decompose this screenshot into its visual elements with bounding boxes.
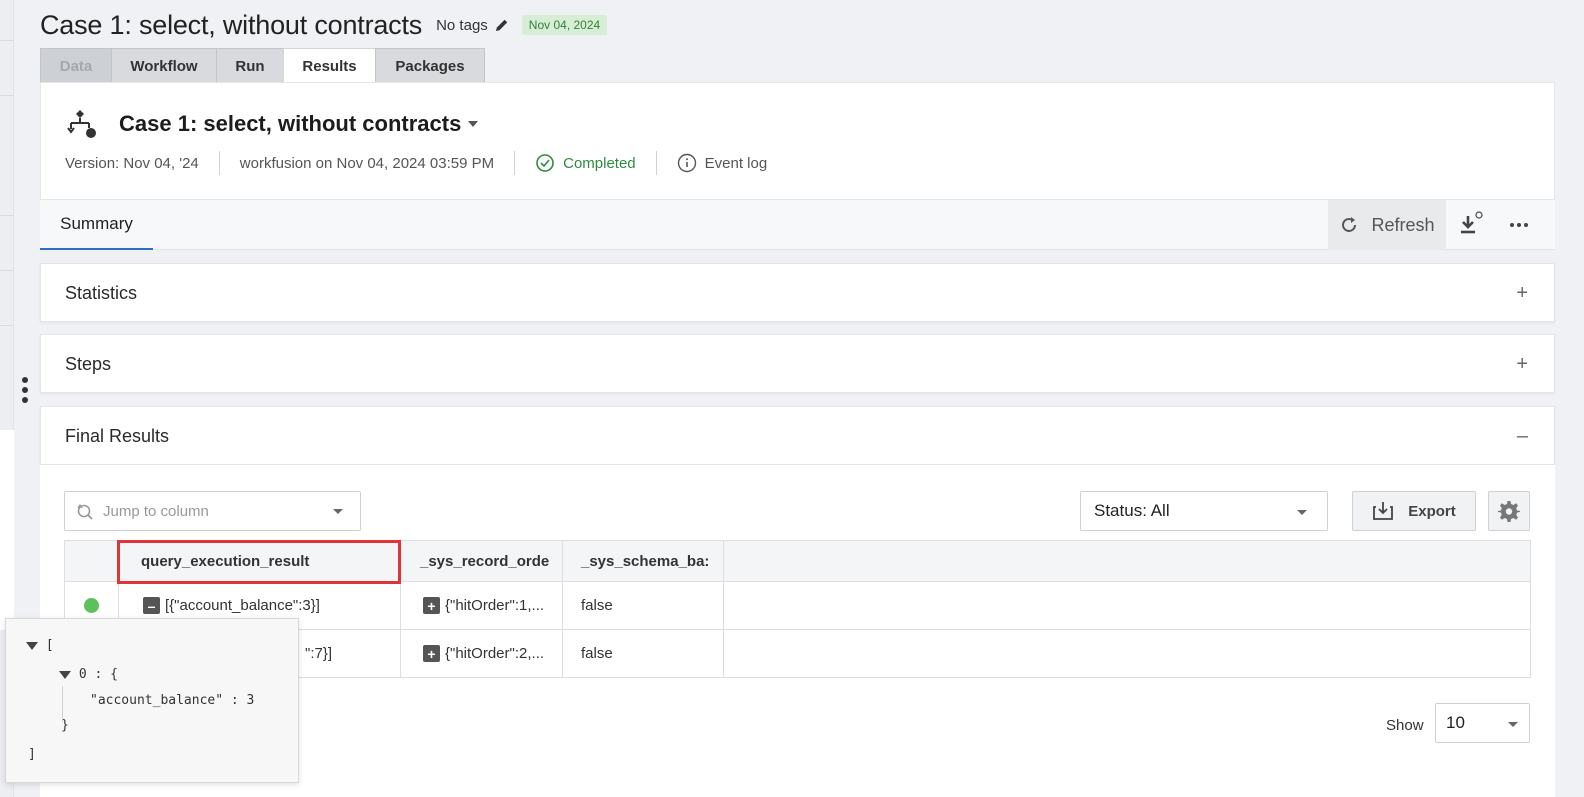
export-icon — [1373, 502, 1394, 520]
column-header[interactable]: _sys_schema_ba: — [563, 541, 724, 581]
collapse-icon[interactable]: – — [1517, 426, 1528, 446]
status-filter-value: Status: All — [1094, 501, 1170, 520]
statistics-panel[interactable]: Statistics + — [40, 263, 1555, 322]
status-filter-select[interactable]: Status: All — [1080, 491, 1328, 531]
info-icon — [677, 153, 696, 173]
cell-value: ":7}] — [305, 645, 333, 662]
jump-to-column-select[interactable]: Jump to column — [64, 491, 361, 531]
tags-label: No tags — [436, 16, 488, 34]
status-dot-icon — [84, 598, 99, 613]
json-indent-guide — [62, 686, 63, 722]
json-item-key: 0 : { — [78, 667, 118, 682]
workflow-icon — [67, 110, 96, 138]
sidebar-drag-handle-icon[interactable] — [21, 377, 29, 403]
download-sync-icon — [1461, 211, 1483, 234]
event-log-label: Event log — [704, 154, 768, 172]
download-button[interactable] — [1456, 208, 1490, 242]
gear-icon — [1498, 501, 1520, 522]
status-column-header — [65, 541, 119, 581]
refresh-icon — [1342, 217, 1357, 232]
table-cell: + {"hitOrder":1,... — [401, 582, 563, 629]
collapse-triangle-icon[interactable] — [59, 670, 71, 679]
collapse-icon[interactable]: – — [143, 597, 160, 614]
statistics-title: Statistics — [65, 283, 138, 303]
page-size-value: 10 — [1446, 713, 1465, 732]
workflow-meta: Version: Nov 04, '24 workfusion on Nov 0… — [65, 151, 767, 175]
tab-workflow[interactable]: Workflow — [111, 48, 217, 83]
export-button[interactable]: Export — [1352, 491, 1476, 531]
chevron-down-icon — [1297, 510, 1307, 515]
json-viewer-popup: [ 0 : { "account_balance" : 3 } ] — [5, 618, 299, 783]
workflow-name: Case 1: select, without contracts — [119, 111, 462, 136]
jump-placeholder: Jump to column — [103, 502, 209, 520]
column-header[interactable]: _sys_record_orde — [401, 541, 563, 581]
chevron-down-icon — [333, 509, 343, 514]
left-edge-panel — [0, 430, 14, 630]
chevron-down-icon — [1508, 722, 1518, 727]
json-open-bracket: [ — [45, 638, 54, 653]
main-tabs: Data Workflow Run Results Packages — [40, 48, 485, 84]
summary-toolbar: Summary Refresh — [40, 200, 1555, 250]
tab-run[interactable]: Run — [216, 48, 284, 83]
tab-packages[interactable]: Packages — [375, 48, 485, 83]
run-by-label: workfusion on Nov 04, 2024 03:59 PM — [239, 154, 495, 172]
workflow-card: Case 1: select, without contracts Versio… — [40, 82, 1555, 200]
json-close-bracket: ] — [28, 747, 36, 762]
pencil-icon[interactable] — [494, 17, 510, 33]
final-results-title: Final Results — [65, 426, 170, 446]
tab-summary[interactable]: Summary — [40, 200, 153, 250]
empty-column-header — [724, 541, 1530, 581]
settings-button[interactable] — [1488, 491, 1530, 531]
date-badge: Nov 04, 2024 — [521, 15, 608, 35]
version-label: Version: Nov 04, '24 — [65, 154, 199, 172]
refresh-label: Refresh — [1371, 214, 1435, 235]
workflow-dropdown-icon[interactable] — [468, 121, 478, 127]
highlight-annotation — [117, 540, 401, 584]
json-field: "account_balance" : 3 — [90, 693, 255, 708]
expand-icon[interactable]: + — [1516, 354, 1528, 374]
steps-title: Steps — [65, 354, 112, 374]
search-column-icon — [77, 503, 93, 520]
tab-results[interactable]: Results — [283, 48, 376, 84]
refresh-button[interactable]: Refresh — [1328, 200, 1446, 250]
json-item-line: 0 : { — [59, 667, 118, 682]
table-cell: false — [563, 630, 724, 677]
collapse-triangle-icon[interactable] — [26, 641, 38, 650]
page-size-select[interactable]: 10 — [1435, 703, 1530, 743]
json-root-line: [ — [26, 638, 54, 653]
expand-icon[interactable]: + — [423, 597, 440, 614]
event-log-link[interactable]: Event log — [677, 153, 768, 173]
final-results-panel[interactable]: Final Results – — [40, 406, 1555, 465]
cell-value: {"hitOrder":2,... — [445, 645, 545, 662]
table-cell — [724, 582, 1530, 629]
export-label: Export — [1408, 502, 1456, 520]
status-label: Completed — [535, 153, 636, 173]
tab-data[interactable]: Data — [40, 48, 112, 83]
status-text: Completed — [563, 154, 636, 172]
page-header: Case 1: select, without contracts No tag… — [40, 8, 608, 42]
table-cell — [724, 630, 1530, 677]
page-title: Case 1: select, without contracts — [40, 9, 423, 40]
page-size-label: Show — [1386, 717, 1424, 734]
steps-panel[interactable]: Steps + — [40, 334, 1555, 393]
more-options-icon[interactable] — [1502, 208, 1536, 242]
table-cell: + {"hitOrder":2,... — [401, 630, 563, 677]
check-circle-icon — [536, 154, 554, 172]
expand-icon[interactable]: + — [1516, 283, 1528, 303]
table-cell: false — [563, 582, 724, 629]
cell-value: [{"account_balance":3}] — [165, 597, 320, 614]
cell-value: {"hitOrder":1,... — [445, 597, 545, 614]
expand-icon[interactable]: + — [423, 645, 440, 662]
